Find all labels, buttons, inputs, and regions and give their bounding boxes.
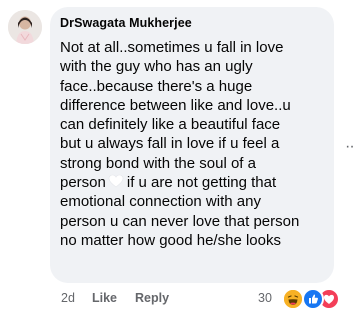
comment-line: Not at all..sometimes u fall in love xyxy=(60,39,284,56)
timestamp-link[interactable]: 2d xyxy=(61,291,75,305)
comment-container: DrSwagata Mukherjee Not at all..sometime… xyxy=(0,0,361,321)
comment-line: emotional connection with any xyxy=(60,193,261,211)
reply-button[interactable]: Reply xyxy=(135,291,169,305)
profile-photo xyxy=(8,10,42,44)
comment-line: person u can never love that person xyxy=(60,212,300,230)
comment-line: but u always fall in love if u feel a xyxy=(60,135,280,153)
comment-line: with the guy who has an ugly xyxy=(60,58,253,76)
avatar[interactable] xyxy=(8,10,42,44)
comment-line-with-emoji: person if u are not getting that xyxy=(60,173,328,192)
reaction-count: 30 xyxy=(258,291,272,305)
white-heart-icon xyxy=(108,174,124,188)
comment-line-part: if u are not getting that xyxy=(126,174,277,192)
comment-text: Not at all..sometimes u fall in love wit… xyxy=(60,38,328,250)
like-icon xyxy=(302,288,324,310)
haha-icon xyxy=(282,288,304,310)
comment-line: difference between like and love..u xyxy=(60,96,291,114)
like-button[interactable]: Like xyxy=(92,291,117,305)
comment-line: no matter how good he/she looks xyxy=(60,231,281,249)
more-options-icon[interactable]: ·· xyxy=(345,138,355,156)
comment-line: face..because there's a huge xyxy=(60,77,253,95)
comment-line: strong bond with the soul of a xyxy=(60,154,256,172)
comment-line: can definitely like a beautiful face xyxy=(60,116,281,134)
comment-bubble: DrSwagata Mukherjee Not at all..sometime… xyxy=(50,7,334,283)
comment-line-part: person xyxy=(60,174,106,192)
comment-author[interactable]: DrSwagata Mukherjee xyxy=(60,16,192,30)
